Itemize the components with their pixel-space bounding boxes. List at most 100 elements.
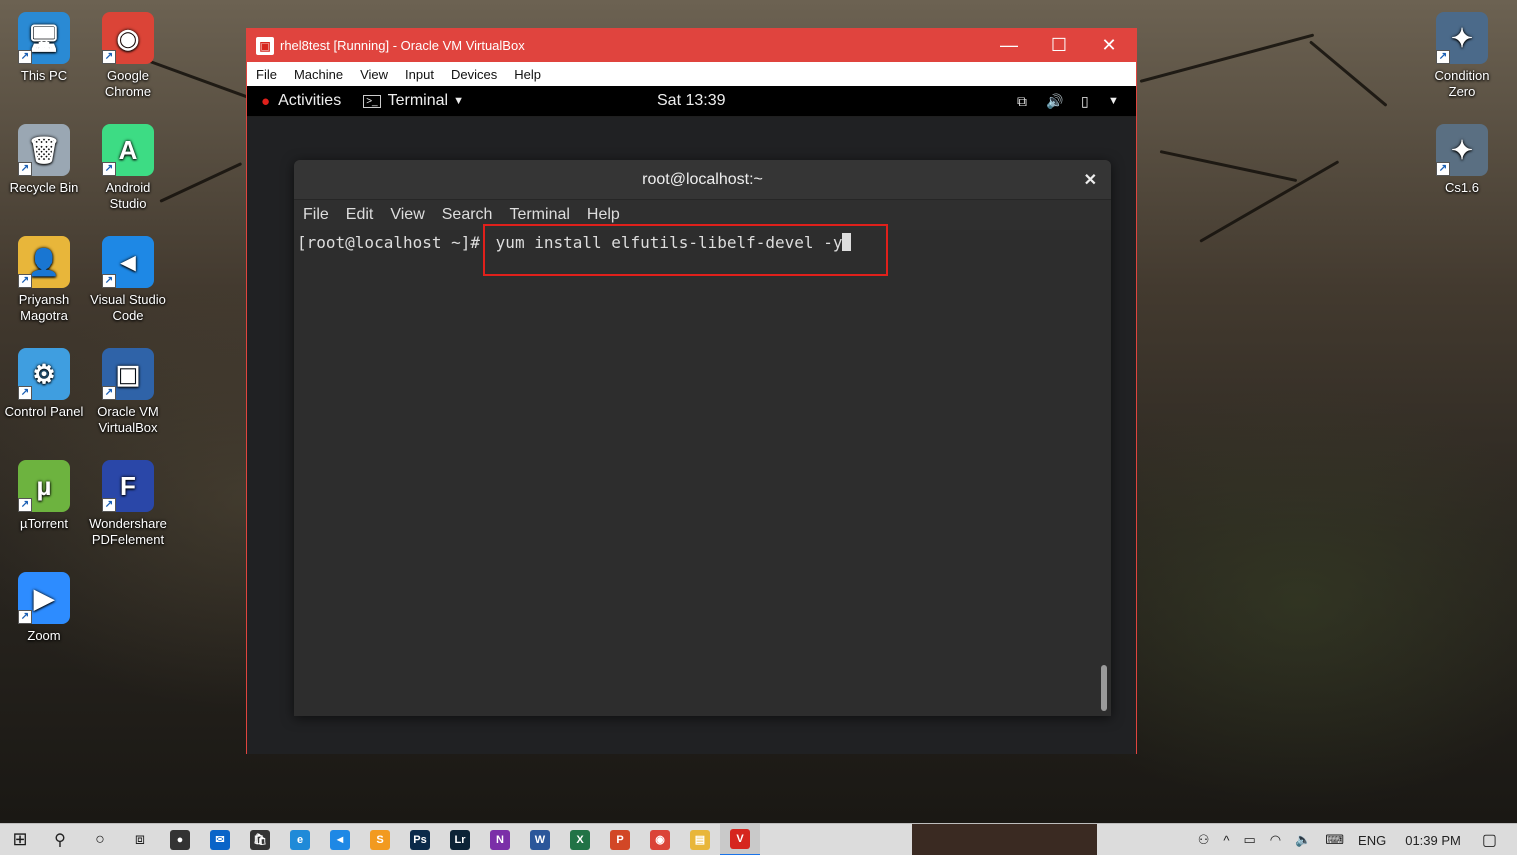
- taskbar-app-mail[interactable]: ✉: [200, 824, 240, 855]
- volume-icon[interactable]: 🔊: [1046, 93, 1063, 110]
- desktop-icon-label: Priyansh Magotra: [18, 292, 70, 323]
- minimize-button[interactable]: —: [984, 29, 1034, 62]
- activities-button[interactable]: Activities: [278, 92, 341, 110]
- terminal-menu-help[interactable]: Help: [587, 206, 620, 224]
- desktop-icon-utorrent[interactable]: µ ↗ µTorrent: [2, 460, 86, 532]
- chrome-icon: ◉: [650, 829, 670, 850]
- taskbar-app-virtualbox[interactable]: V: [720, 823, 760, 855]
- show-hidden-icons-chevron-icon[interactable]: ^: [1223, 833, 1229, 848]
- redhat-icon: ●: [261, 92, 271, 110]
- app-menu-terminal[interactable]: Terminal: [388, 92, 448, 110]
- vscode-icon: ◄ ↗: [102, 236, 154, 288]
- desktop-icon-label: Control Panel: [4, 404, 84, 419]
- terminal-menu-file[interactable]: File: [303, 206, 329, 224]
- search-icon[interactable]: ⚲: [40, 824, 80, 855]
- store-icon: 🛍: [250, 829, 270, 850]
- system-menu-chevron-icon[interactable]: ▼: [1108, 95, 1119, 107]
- taskbar-app-photoshop[interactable]: Ps: [400, 824, 440, 855]
- desktop-icon-label: Google Chrome: [104, 68, 152, 99]
- taskbar-app-chrome[interactable]: ◉: [640, 824, 680, 855]
- terminal-body[interactable]: [root@localhost ~]# yum install elfutils…: [294, 230, 1111, 716]
- shortcut-arrow-icon: ↗: [102, 50, 116, 64]
- desktop-icon-right-cs16[interactable]: ✦ ↗ Cs1.6: [1420, 124, 1504, 196]
- menu-help[interactable]: Help: [514, 67, 541, 82]
- taskbar-app-obs[interactable]: ●: [160, 824, 200, 855]
- desktop-icon-control-panel[interactable]: ⚙ ↗ Control Panel: [2, 348, 86, 420]
- control-panel-icon: ⚙ ↗: [18, 348, 70, 400]
- keyboard-icon[interactable]: ⌨: [1325, 832, 1344, 848]
- notifications-icon[interactable]: ▢: [1482, 830, 1497, 850]
- battery-icon[interactable]: ▯: [1081, 93, 1089, 110]
- taskbar-app-edge[interactable]: e: [280, 824, 320, 855]
- close-button[interactable]: ✕: [1084, 29, 1134, 62]
- terminal-title: root@localhost:~: [642, 170, 763, 188]
- system-tray: ⚇ ^ ▭ ◠ 🔈 ⌨ ENG 01:39 PM ▢: [1191, 824, 1517, 855]
- shortcut-arrow-icon: ↗: [18, 386, 32, 400]
- shortcut-arrow-icon: ↗: [18, 498, 32, 512]
- cortana-icon[interactable]: ○: [80, 824, 120, 855]
- taskbar-app-sublime[interactable]: S: [360, 824, 400, 855]
- taskbar-app-onenote[interactable]: N: [480, 824, 520, 855]
- taskbar-app-excel[interactable]: X: [560, 824, 600, 855]
- desktop-icon-label: Android Studio: [105, 180, 151, 211]
- desktop-icon-right-condition-zero[interactable]: ✦ ↗ Condition Zero: [1420, 12, 1504, 100]
- speaker-icon[interactable]: 🔈: [1295, 832, 1311, 848]
- taskbar-app-word[interactable]: W: [520, 824, 560, 855]
- gnome-top-bar: ● Activities >_ Terminal ▼ Sat 13:39 ⧉ 🔊…: [247, 86, 1136, 116]
- obs-icon: ●: [170, 829, 190, 850]
- mail-icon: ✉: [210, 829, 230, 850]
- desktop-icon-android-studio[interactable]: A ↗ Android Studio: [86, 124, 170, 212]
- highlight-annotation: [483, 224, 888, 276]
- battery-tray-icon[interactable]: ▭: [1243, 832, 1255, 848]
- taskbar-app-file-explorer[interactable]: ▤: [680, 824, 720, 855]
- desktop-icon-label: Cs1.6: [1445, 180, 1479, 195]
- terminal-app-icon: >_: [363, 94, 381, 108]
- desktop-icon-vscode[interactable]: ◄ ↗ Visual Studio Code: [86, 236, 170, 324]
- recycle-bin-icon: 🗑 ↗: [18, 124, 70, 176]
- shortcut-arrow-icon: ↗: [102, 498, 116, 512]
- android-studio-icon: A ↗: [102, 124, 154, 176]
- terminal-menu-view[interactable]: View: [390, 206, 424, 224]
- virtualbox-window[interactable]: ▣ rhel8test [Running] - Oracle VM Virtua…: [246, 28, 1137, 754]
- desktop-icon-chrome[interactable]: ◉ ↗ Google Chrome: [86, 12, 170, 100]
- shortcut-arrow-icon: ↗: [18, 162, 32, 176]
- menu-machine[interactable]: Machine: [294, 67, 343, 82]
- desktop-icon-pdfelement[interactable]: F ↗ Wondershare PDFelement: [86, 460, 170, 548]
- desktop-icon-recycle-bin[interactable]: 🗑 ↗ Recycle Bin: [2, 124, 86, 196]
- wifi-icon[interactable]: ◠: [1270, 832, 1281, 848]
- taskbar-app-powerpoint[interactable]: P: [600, 824, 640, 855]
- desktop-icon-virtualbox[interactable]: ▣ ↗ Oracle VM VirtualBox: [86, 348, 170, 436]
- menu-input[interactable]: Input: [405, 67, 434, 82]
- desktop-icon-zoom[interactable]: ▶ ↗ Zoom: [2, 572, 86, 644]
- terminal-close-icon[interactable]: ✕: [1084, 170, 1097, 190]
- language-indicator[interactable]: ENG: [1358, 833, 1386, 848]
- terminal-menu-edit[interactable]: Edit: [346, 206, 374, 224]
- desktop-icon-this-pc[interactable]: 🖥 ↗ This PC: [2, 12, 86, 84]
- terminal-menu-search[interactable]: Search: [442, 206, 493, 224]
- sublime-icon: S: [370, 829, 390, 850]
- clock-time[interactable]: 01:39 PM: [1405, 833, 1461, 848]
- terminal-scrollbar[interactable]: [1101, 665, 1107, 711]
- task-view-icon[interactable]: ⧈: [120, 824, 160, 855]
- people-icon[interactable]: ⚇: [1198, 832, 1210, 848]
- taskbar-app-lightroom[interactable]: Lr: [440, 824, 480, 855]
- network-icon[interactable]: ⧉: [1017, 93, 1027, 110]
- menu-file[interactable]: File: [256, 67, 277, 82]
- taskbar-app-store[interactable]: 🛍: [240, 824, 280, 855]
- shortcut-arrow-icon: ↗: [18, 50, 32, 64]
- desktop-icon-label: Zoom: [27, 628, 61, 643]
- terminal-menu-terminal[interactable]: Terminal: [509, 206, 569, 224]
- taskbar-thumbnail[interactable]: [912, 824, 1097, 855]
- zoom-icon: ▶ ↗: [18, 572, 70, 624]
- start-button[interactable]: ⊞: [0, 824, 40, 855]
- terminal-headerbar[interactable]: root@localhost:~ ✕: [294, 160, 1111, 200]
- clock[interactable]: Sat 13:39: [657, 92, 726, 110]
- menu-view[interactable]: View: [360, 67, 388, 82]
- menu-devices[interactable]: Devices: [451, 67, 497, 82]
- maximize-button[interactable]: ☐: [1034, 29, 1084, 62]
- desktop-icon-label: Oracle VM VirtualBox: [97, 404, 159, 435]
- taskbar-app-vscode[interactable]: ◄: [320, 824, 360, 855]
- virtualbox-titlebar[interactable]: ▣ rhel8test [Running] - Oracle VM Virtua…: [247, 29, 1136, 62]
- desktop-icon-user-folder[interactable]: 👤 ↗ Priyansh Magotra: [2, 236, 86, 324]
- shortcut-arrow-icon: ↗: [102, 162, 116, 176]
